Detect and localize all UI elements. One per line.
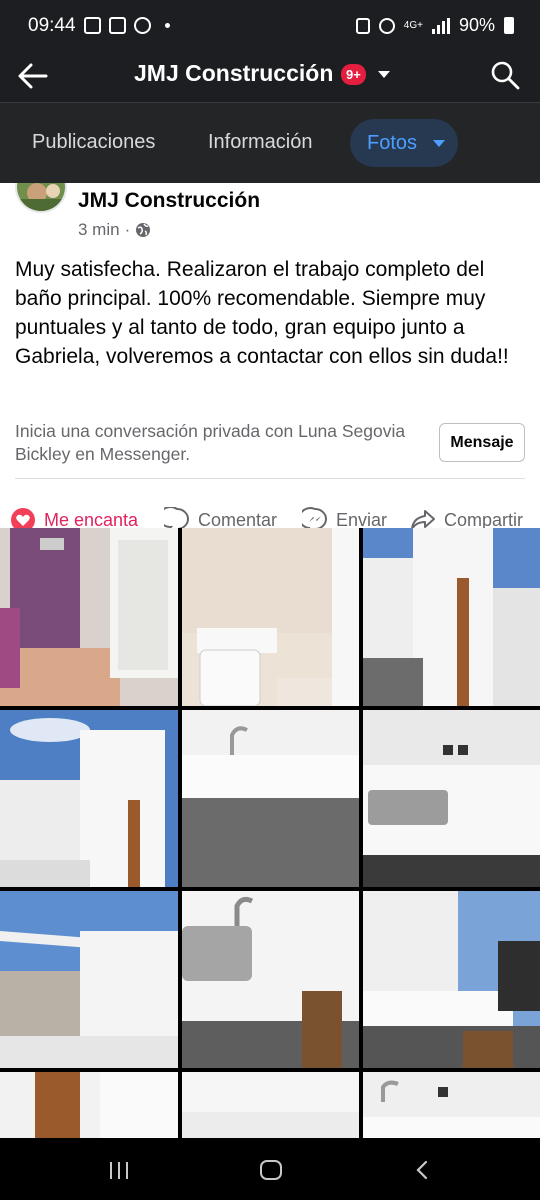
page-tabs: Publicaciones Información Fotos (0, 103, 540, 183)
lock-icon (355, 17, 370, 34)
chevron-down-icon (433, 140, 445, 147)
meta-separator: · (124, 220, 131, 239)
post-divider (15, 478, 525, 479)
photo-tile[interactable] (363, 891, 540, 1068)
status-bar: 09:44 4G+ 90% (0, 0, 540, 52)
post-actions: Me encanta Comentar Enviar Compartir (0, 501, 540, 528)
messenger-icon (302, 507, 327, 528)
like-label: Me encanta (44, 509, 139, 529)
photo-tile[interactable] (182, 891, 359, 1068)
share-label: Compartir (444, 509, 524, 529)
like-button[interactable]: Me encanta (10, 507, 138, 528)
network-type: 4G+ (403, 20, 423, 31)
chevron-down-icon[interactable] (378, 71, 390, 78)
status-time: 09:44 (28, 15, 76, 36)
notification-icons (84, 17, 170, 34)
post-text: Muy satisfecha. Realizaron el trabajo co… (15, 258, 509, 368)
messenger-prompt: Inicia una conversación privada con Luna… (15, 421, 406, 464)
send-button[interactable]: Enviar (302, 507, 387, 528)
post-time[interactable]: 3 min (78, 220, 120, 240)
tab-informacion[interactable]: Información (208, 131, 313, 154)
avatar[interactable] (15, 183, 67, 213)
home-icon[interactable] (260, 1160, 282, 1180)
gallery-icon (84, 17, 101, 34)
instagram-icon (109, 17, 126, 34)
photo-tile[interactable] (363, 1072, 540, 1138)
post-author[interactable]: JMJ Construcción (78, 189, 260, 213)
tab-fotos[interactable]: Fotos (350, 119, 458, 167)
photo-tile[interactable] (363, 528, 540, 706)
back-icon[interactable] (412, 1160, 432, 1180)
signal-icon (431, 17, 450, 34)
photo-tile[interactable] (0, 891, 178, 1068)
back-arrow-icon[interactable] (16, 59, 50, 93)
tab-publicaciones[interactable]: Publicaciones (32, 131, 155, 154)
review-post: JMJ Construcción 3 min · Muy satisfecha.… (0, 183, 540, 528)
comment-label: Comentar (198, 509, 278, 529)
page-title[interactable]: JMJ Construcción (134, 60, 333, 87)
system-indicators: 4G+ 90% (355, 15, 514, 36)
photo-tile[interactable] (0, 1072, 178, 1138)
post-meta: 3 min · (78, 220, 151, 240)
battery-icon (504, 17, 514, 34)
photo-tile[interactable] (182, 528, 359, 706)
sync-icon (134, 17, 151, 34)
send-label: Enviar (336, 509, 388, 529)
alarm-icon (378, 17, 395, 34)
comment-icon (164, 507, 189, 528)
heart-icon (11, 508, 35, 528)
photo-grid (0, 528, 540, 1138)
battery-level: 90% (458, 15, 495, 35)
page-header: JMJ Construcción 9+ (0, 52, 540, 102)
message-button[interactable]: Mensaje (439, 423, 525, 462)
notification-badge: 9+ (341, 64, 366, 85)
comment-button[interactable]: Comentar (164, 507, 277, 528)
photo-tile[interactable] (363, 710, 540, 887)
photo-tile[interactable] (182, 1072, 359, 1138)
photo-tile[interactable] (182, 710, 359, 887)
share-button[interactable]: Compartir (410, 507, 523, 528)
more-notifications-icon (165, 23, 170, 28)
photo-tile[interactable] (0, 710, 178, 887)
system-nav-bar (0, 1138, 540, 1200)
share-icon (411, 510, 435, 528)
search-icon[interactable] (490, 60, 520, 90)
tab-fotos-label: Fotos (367, 132, 418, 154)
photo-tile[interactable] (0, 528, 178, 706)
recents-icon[interactable] (110, 1162, 128, 1179)
globe-icon (136, 223, 151, 237)
